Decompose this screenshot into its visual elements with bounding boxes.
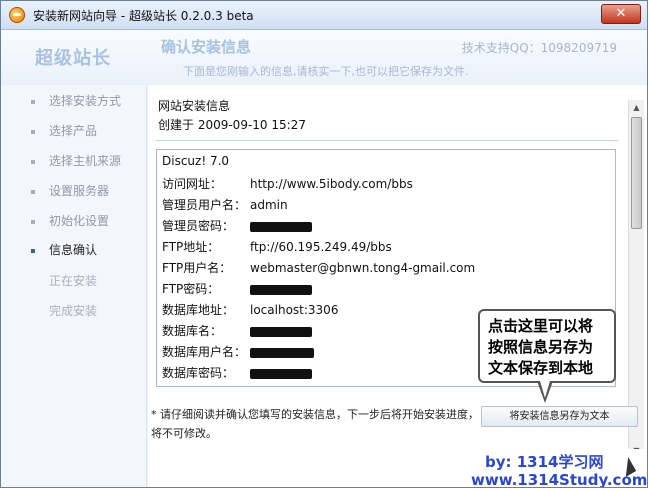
redacted-value — [250, 363, 312, 383]
step-label: 选择安装方式 — [49, 94, 122, 108]
field-value: admin — [250, 198, 288, 212]
panel-scrollbar[interactable]: ▲ ▼ — [628, 100, 644, 458]
field-label: FTP用户名： — [162, 261, 232, 275]
field-value: webmaster@gbnwn.tong4-gmail.com — [250, 261, 476, 275]
scroll-up-arrow-icon[interactable]: ▲ — [629, 100, 644, 115]
app-logo-icon — [9, 7, 25, 23]
step-installing: 正在安装 — [31, 271, 97, 291]
step-bullet — [31, 99, 35, 104]
step-label: 正在安装 — [49, 274, 98, 288]
scrollbar-thumb[interactable] — [631, 117, 642, 229]
info-header: 网站安装信息 创建于 2009-09-10 15:27 — [158, 97, 306, 135]
field-value: http://www.5ibody.com/bbs — [250, 177, 413, 191]
installer-window: 安装新网站向导 - 超级站长 0.2.0.3 beta ✕ 超级站长 确认安装信… — [0, 0, 648, 488]
redacted-value — [250, 279, 312, 299]
step-confirm-info: 信息确认 — [31, 240, 97, 260]
callout-pointer-fill — [540, 381, 550, 398]
wizard-steps-sidebar: 选择安装方式 选择产品 选择主机来源 设置服务器 初始化设置 信息确认 正在安装… — [1, 85, 147, 487]
step-bullet — [31, 129, 35, 134]
step-label: 选择产品 — [49, 124, 98, 138]
install-notice: * 请仔细阅读并确认您填写的安装信息，下一步后将开始安装进度，将不可修改。 — [151, 408, 479, 440]
watermark-line-2: www.1314Study.com — [471, 471, 648, 488]
step-select-install-method: 选择安装方式 — [31, 91, 121, 111]
brand-logo: 超级站长 — [35, 48, 111, 69]
divider — [156, 140, 618, 141]
redacted-value — [250, 216, 312, 236]
step-bullet — [31, 219, 35, 224]
field-label: 管理员密码： — [162, 219, 235, 233]
wizard-header: 超级站长 确认安装信息 技术支持QQ：1098209719 下面是您刚输入的信息… — [1, 30, 647, 85]
save-as-text-button[interactable]: 将安装信息另存为文本 — [481, 406, 638, 427]
redacted-value — [250, 321, 312, 341]
close-button[interactable]: ✕ — [601, 4, 641, 24]
watermark-line-1: by: 1314学习网 — [485, 453, 604, 471]
field-label: 数据库地址： — [162, 303, 235, 317]
step-label: 信息确认 — [49, 243, 98, 257]
field-label: 管理员用户名： — [162, 198, 247, 212]
step-label: 完成安装 — [49, 304, 98, 318]
callout-line: 文本保存到本地 — [488, 359, 594, 377]
title-bar[interactable]: 安装新网站向导 - 超级站长 0.2.0.3 beta ✕ — [1, 1, 647, 30]
step-bullet — [31, 248, 35, 253]
field-label: FTP密码： — [162, 282, 220, 296]
created-timestamp: 创建于 2009-09-10 15:27 — [158, 118, 306, 132]
field-label: FTP地址： — [162, 240, 220, 254]
callout-line: 按照信息另存为 — [488, 338, 594, 356]
step-bullet — [31, 189, 35, 194]
field-label: 访问网址： — [162, 177, 223, 191]
info-heading: 网站安装信息 — [158, 99, 231, 113]
step-finish-install: 完成安装 — [31, 301, 97, 321]
field-value: localhost:3306 — [250, 303, 339, 317]
step-select-product: 选择产品 — [31, 121, 97, 141]
field-label: 数据库名： — [162, 324, 223, 338]
field-label: 数据库用户名： — [162, 345, 247, 359]
redacted-value — [250, 342, 314, 362]
step-label: 选择主机来源 — [49, 154, 122, 168]
field-label: 数据库密码： — [162, 366, 235, 380]
step-configure-server: 设置服务器 — [31, 181, 109, 201]
step-select-host-source: 选择主机来源 — [31, 151, 121, 171]
field-value: ftp://60.195.249.49/bbs — [250, 240, 392, 254]
callout-line: 点击这里可以将 — [488, 317, 594, 335]
step-initial-settings: 初始化设置 — [31, 211, 109, 231]
step-bullet — [31, 159, 35, 164]
window-title: 安装新网站向导 - 超级站长 0.2.0.3 beta — [33, 9, 254, 23]
annotation-callout: 点击这里可以将 按照信息另存为 文本保存到本地 — [478, 309, 616, 383]
product-name: Discuz! 7.0 — [162, 154, 230, 168]
step-label: 设置服务器 — [49, 184, 110, 198]
support-contact: 技术支持QQ：1098209719 — [461, 41, 617, 55]
page-subtitle: 下面是您刚输入的信息,请核实一下,也可以把它保存为文件. — [183, 65, 469, 78]
step-label: 初始化设置 — [49, 214, 110, 228]
page-title: 确认安装信息 — [161, 38, 252, 56]
